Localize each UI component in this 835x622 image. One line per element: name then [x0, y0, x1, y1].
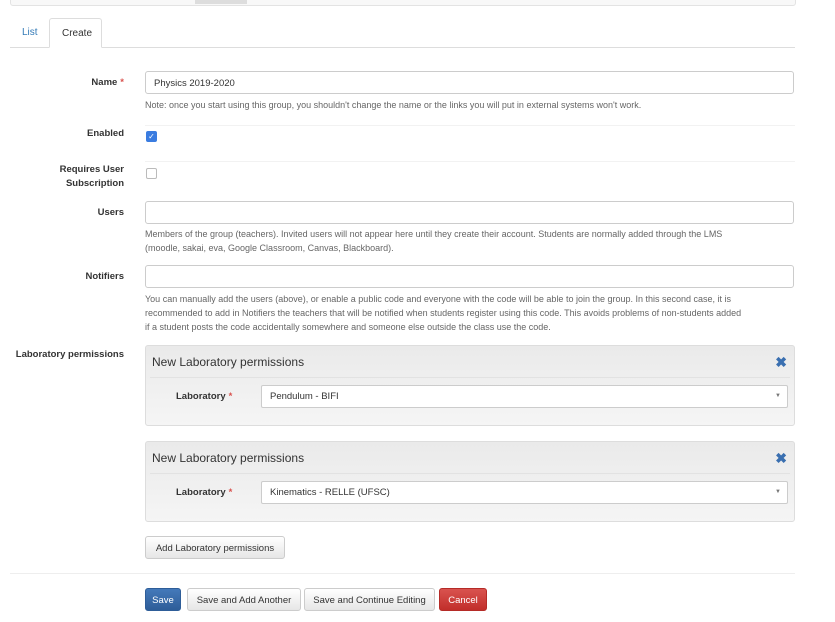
- divider: [145, 161, 795, 162]
- save-add-another-button[interactable]: Save and Add Another: [187, 588, 301, 611]
- save-button[interactable]: Save: [145, 588, 181, 611]
- label-line: Requires User: [59, 164, 124, 175]
- laboratory-select[interactable]: Pendulum - BIFI ▼: [261, 385, 788, 408]
- requires-subscription-label: Requires User Subscription: [0, 163, 124, 191]
- help-line: Members of the group (teachers). Invited…: [145, 229, 723, 239]
- laboratory-label-text: Laboratory: [176, 391, 226, 402]
- chevron-down-icon: ▼: [775, 489, 781, 495]
- name-help: Note: once you start using this group, y…: [145, 100, 642, 110]
- top-toolbar: [10, 0, 796, 6]
- laboratory-select-value: Pendulum - BIFI: [270, 391, 339, 402]
- name-label: Name *: [0, 76, 124, 90]
- close-icon[interactable]: ✖: [775, 450, 787, 467]
- chevron-down-icon: ▼: [775, 393, 781, 399]
- name-input[interactable]: Physics 2019-2020: [145, 71, 794, 94]
- laboratory-label: Laboratory *: [176, 391, 232, 402]
- laboratory-select-value: Kinematics - RELLE (UFSC): [270, 487, 390, 498]
- form-divider: [10, 573, 795, 574]
- required-mark: *: [120, 77, 124, 88]
- notifiers-help: You can manually add the users (above), …: [145, 292, 797, 334]
- laboratory-label: Laboratory *: [176, 487, 232, 498]
- add-lab-permissions-button[interactable]: Add Laboratory permissions: [145, 536, 285, 559]
- help-line: (moodle, sakai, eva, Google Classroom, C…: [145, 243, 394, 253]
- help-line: recommended to add in Notifiers the teac…: [145, 308, 742, 318]
- enabled-checkbox[interactable]: ✓: [146, 131, 157, 142]
- tab-divider: [10, 47, 795, 48]
- label-line: Subscription: [65, 178, 124, 189]
- divider: [145, 125, 795, 126]
- requires-subscription-checkbox[interactable]: [146, 168, 157, 179]
- panel-divider: [150, 473, 790, 474]
- cancel-button[interactable]: Cancel: [439, 588, 487, 611]
- name-label-text: Name: [91, 77, 118, 88]
- notifiers-label: Notifiers: [85, 271, 124, 282]
- users-label: Users: [97, 207, 124, 218]
- panel-title: New Laboratory permissions: [152, 355, 305, 369]
- top-toolbar-active-segment[interactable]: [195, 0, 247, 4]
- required-mark: *: [228, 487, 233, 498]
- notifiers-input[interactable]: [145, 265, 794, 288]
- tab-create[interactable]: Create: [49, 18, 102, 48]
- help-line: You can manually add the users (above), …: [145, 294, 732, 304]
- laboratory-select[interactable]: Kinematics - RELLE (UFSC) ▼: [261, 481, 788, 504]
- panel-divider: [150, 377, 790, 378]
- users-input[interactable]: [145, 201, 794, 224]
- lab-permissions-label: Laboratory permissions: [15, 349, 124, 360]
- panel-title: New Laboratory permissions: [152, 451, 305, 465]
- required-mark: *: [228, 391, 233, 402]
- close-icon[interactable]: ✖: [775, 354, 787, 371]
- laboratory-label-text: Laboratory: [176, 487, 226, 498]
- save-continue-button[interactable]: Save and Continue Editing: [304, 588, 435, 611]
- help-line: if a student posts the code accidentally…: [145, 322, 551, 332]
- users-help: Members of the group (teachers). Invited…: [145, 227, 797, 255]
- lab-permission-panel: New Laboratory permissions ✖ Laboratory *…: [145, 441, 795, 522]
- tab-list[interactable]: List: [10, 18, 50, 47]
- lab-permission-panel: New Laboratory permissions ✖ Laboratory *…: [145, 345, 795, 426]
- enabled-label: Enabled: [87, 128, 124, 139]
